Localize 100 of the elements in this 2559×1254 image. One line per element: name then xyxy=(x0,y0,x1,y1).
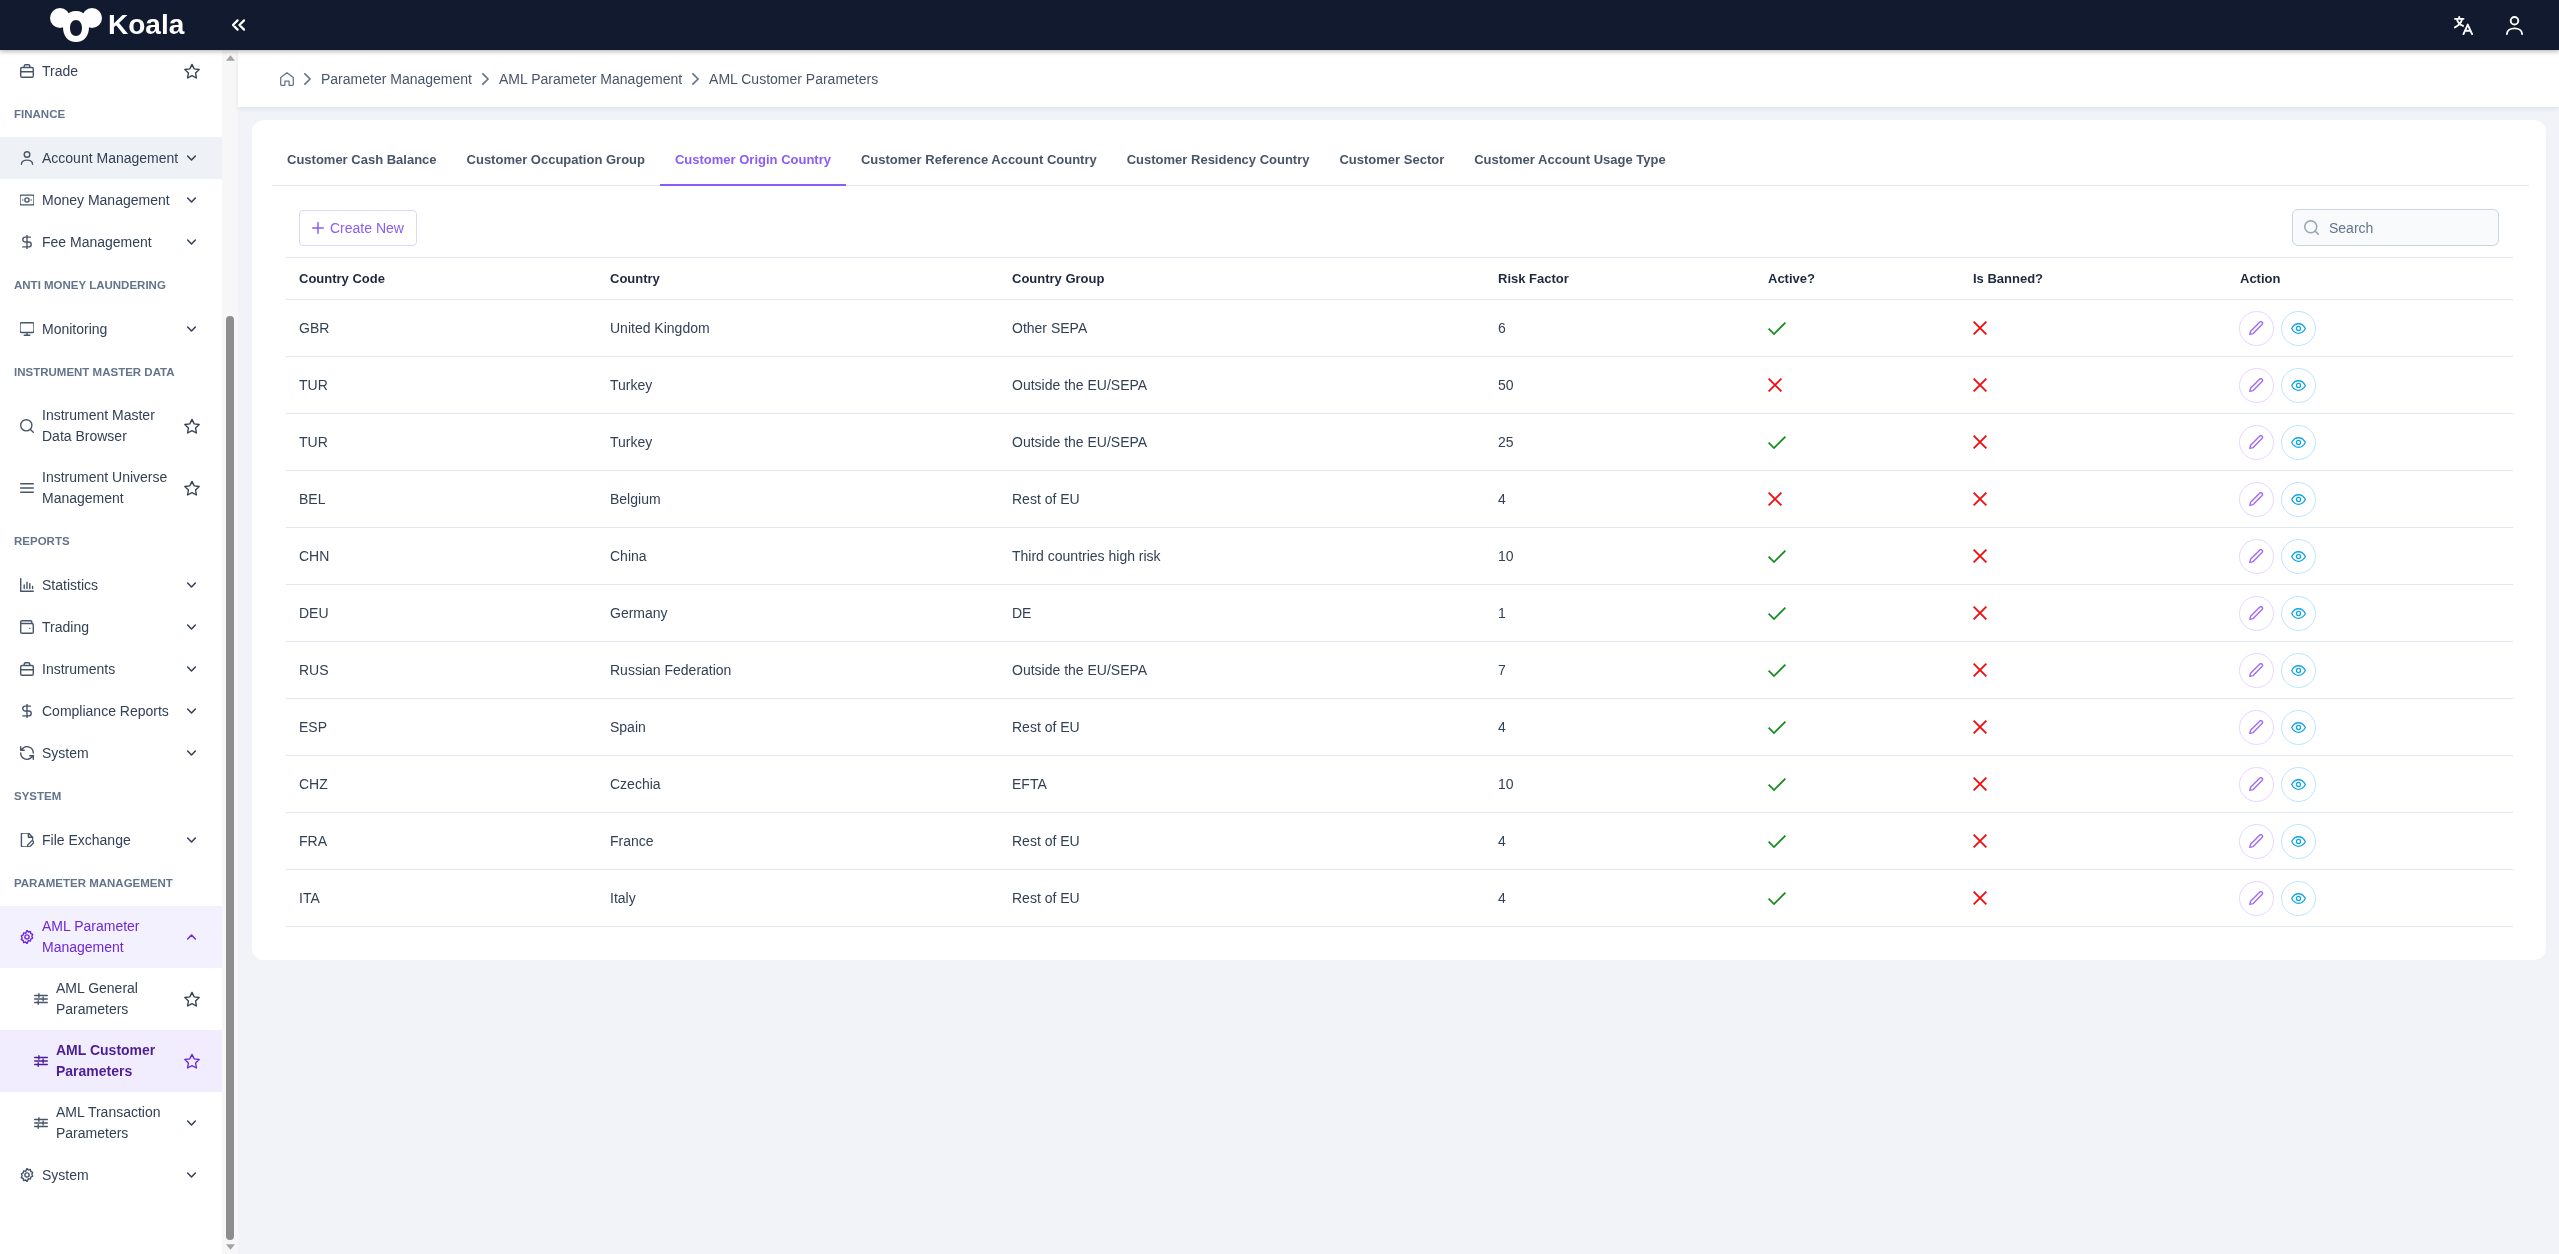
tab[interactable]: Customer Sector xyxy=(1324,135,1460,186)
file-pen-icon xyxy=(20,833,34,847)
breadcrumb-link[interactable]: AML Parameter Management xyxy=(498,70,683,87)
table-cell-text: DE xyxy=(1011,605,1033,621)
pencil-icon xyxy=(2249,377,2264,393)
table-cell-text: DEU xyxy=(298,605,330,621)
edit-button[interactable] xyxy=(2239,823,2274,859)
sidebar-item[interactable]: AML Parameter Management xyxy=(0,906,222,968)
pencil-icon xyxy=(2249,890,2264,906)
eye-icon xyxy=(2291,320,2306,336)
tab[interactable]: Customer Reference Account Country xyxy=(846,135,1112,186)
eye-icon xyxy=(2291,833,2306,849)
wallet-icon xyxy=(20,620,34,634)
gear-icon xyxy=(20,930,34,944)
view-button[interactable] xyxy=(2281,538,2316,574)
edit-button[interactable] xyxy=(2239,652,2274,688)
section-header: INSTRUMENT MASTER DATA xyxy=(13,365,176,380)
dollar-icon xyxy=(20,704,34,718)
tab[interactable]: Customer Cash Balance xyxy=(272,135,452,186)
chevron-right-icon xyxy=(481,72,489,85)
table-cell-text: Rest of EU xyxy=(1011,890,1081,906)
home-icon[interactable] xyxy=(280,71,294,86)
menu-icon xyxy=(20,481,34,495)
eye-icon xyxy=(2291,548,2306,564)
eye-icon xyxy=(2291,662,2306,678)
table-cell-text: Czechia xyxy=(609,776,662,792)
edit-button[interactable] xyxy=(2239,367,2274,403)
pencil-icon xyxy=(2249,719,2264,735)
sidebar-item[interactable]: AML Customer Parameters xyxy=(0,1030,222,1092)
tab[interactable]: Customer Origin Country xyxy=(659,135,846,186)
scrollbar-thumb[interactable] xyxy=(226,316,234,1240)
pencil-icon xyxy=(2249,320,2264,336)
star-icon[interactable] xyxy=(184,63,200,79)
view-button[interactable] xyxy=(2281,652,2316,688)
view-button[interactable] xyxy=(2281,823,2316,859)
view-button[interactable] xyxy=(2281,310,2316,346)
table-cell-text: Turkey xyxy=(609,377,654,393)
view-button[interactable] xyxy=(2281,481,2316,517)
section-header: SYSTEM xyxy=(13,789,63,804)
edit-button[interactable] xyxy=(2239,424,2274,460)
table-cell-text: Outside the EU/SEPA xyxy=(1011,662,1149,678)
breadcrumb-current: AML Customer Parameters xyxy=(709,70,879,87)
scroll-down-arrow-icon[interactable] xyxy=(225,1244,235,1250)
edit-button[interactable] xyxy=(2239,310,2274,346)
translate-icon[interactable] xyxy=(2454,15,2473,35)
column-header: Active? xyxy=(1767,271,1816,286)
table-cell-text: 10 xyxy=(1497,548,1515,564)
search-field[interactable]: Search xyxy=(2292,209,2499,246)
create-new-button[interactable]: Create New xyxy=(299,209,417,246)
tab[interactable]: Customer Account Usage Type xyxy=(1459,135,1681,186)
pencil-icon xyxy=(2249,605,2264,621)
star-icon[interactable] xyxy=(184,1053,200,1069)
edit-button[interactable] xyxy=(2239,766,2274,802)
table-cell-text: ITA xyxy=(298,890,321,906)
edit-button[interactable] xyxy=(2239,709,2274,745)
view-button[interactable] xyxy=(2281,595,2316,631)
table-cell-text: 25 xyxy=(1497,434,1515,450)
pencil-icon xyxy=(2249,434,2264,450)
edit-button[interactable] xyxy=(2239,481,2274,517)
user-icon[interactable] xyxy=(2505,15,2524,35)
dollar-icon xyxy=(20,235,34,249)
breadcrumb-link[interactable]: Parameter Management xyxy=(321,70,472,87)
sliders-icon xyxy=(34,1054,48,1068)
eye-icon xyxy=(2291,491,2306,507)
table-cell-text: 4 xyxy=(1497,719,1507,735)
table-cell-text: United Kingdom xyxy=(609,320,711,336)
briefcase-icon xyxy=(20,64,34,78)
column-header: Action xyxy=(2239,271,2282,286)
section-header: PARAMETER MANAGEMENT xyxy=(13,876,174,891)
tab[interactable]: Customer Residency Country xyxy=(1111,135,1325,186)
star-icon[interactable] xyxy=(184,991,200,1007)
view-button[interactable] xyxy=(2281,424,2316,460)
logo-text: Koala xyxy=(108,8,185,42)
double-chevron-left-icon[interactable] xyxy=(232,19,245,31)
table-cell-text: 50 xyxy=(1497,377,1515,393)
scroll-up-arrow-icon[interactable] xyxy=(225,55,235,61)
pencil-icon xyxy=(2249,833,2264,849)
star-icon[interactable] xyxy=(184,418,200,434)
table-cell-text: CHN xyxy=(298,548,331,564)
column-header: Country xyxy=(609,271,661,286)
table-cell-text: Rest of EU xyxy=(1011,833,1081,849)
table-cell-text: Outside the EU/SEPA xyxy=(1011,434,1149,450)
sidebar-item[interactable]: Account Management xyxy=(0,137,222,179)
table-cell-text: 7 xyxy=(1497,662,1507,678)
table-cell-text: Rest of EU xyxy=(1011,491,1081,507)
edit-button[interactable] xyxy=(2239,595,2274,631)
gear-icon xyxy=(20,1168,34,1182)
view-button[interactable] xyxy=(2281,367,2316,403)
table-cell-text: Italy xyxy=(609,890,637,906)
table-cell-text: China xyxy=(609,548,648,564)
edit-button[interactable] xyxy=(2239,538,2274,574)
view-button[interactable] xyxy=(2281,709,2316,745)
table-cell-text: TUR xyxy=(298,377,329,393)
table-cell-text: Spain xyxy=(609,719,647,735)
tab[interactable]: Customer Occupation Group xyxy=(451,135,660,186)
view-button[interactable] xyxy=(2281,880,2316,916)
view-button[interactable] xyxy=(2281,766,2316,802)
column-header: Country Group xyxy=(1011,271,1106,286)
star-icon[interactable] xyxy=(184,480,200,496)
edit-button[interactable] xyxy=(2239,880,2274,916)
